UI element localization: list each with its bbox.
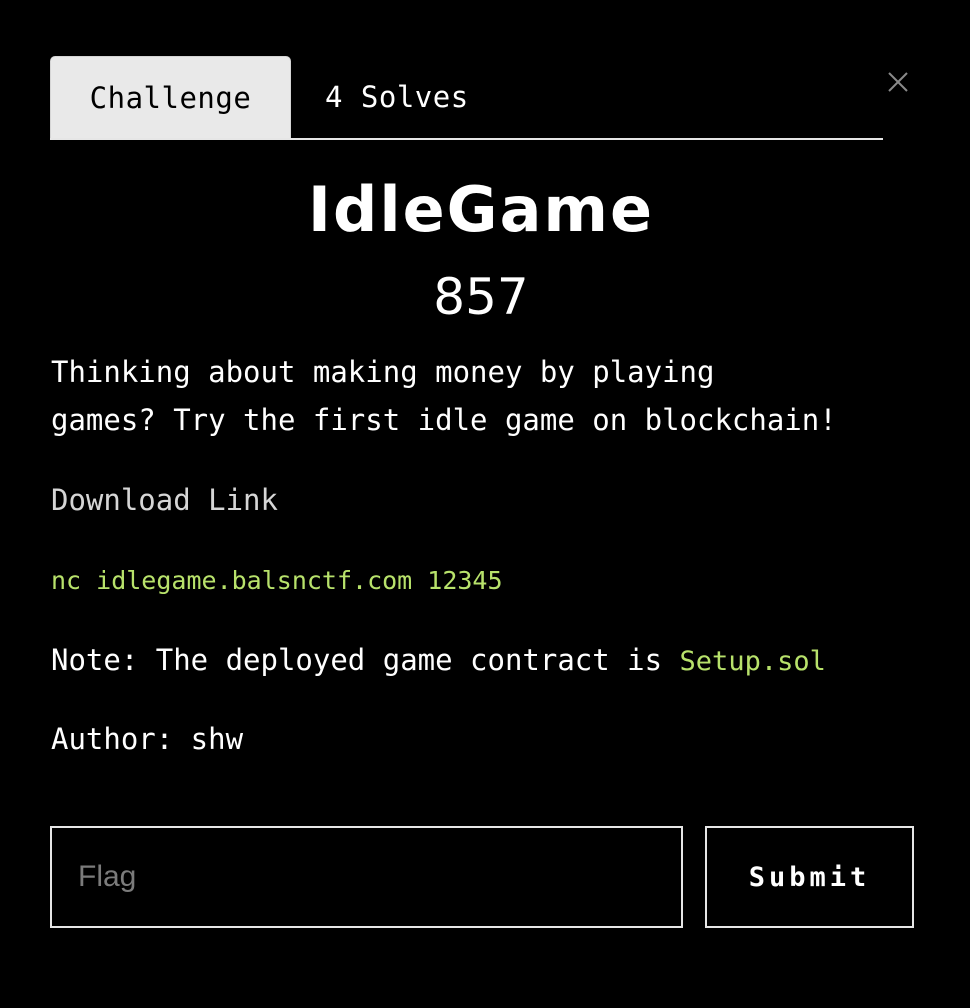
flag-input[interactable] [50, 826, 683, 928]
submit-button[interactable]: Submit [705, 826, 914, 928]
challenge-title: IdleGame [307, 173, 655, 246]
description-line: games? Try the first idle game on blockc… [51, 403, 837, 437]
challenge-tabs: Challenge 4 Solves [50, 56, 883, 140]
setup-sol-link[interactable]: Setup.sol [680, 646, 826, 677]
download-link[interactable]: Download Link [51, 476, 278, 524]
challenge-modal: Challenge 4 Solves IdleGame 857 Thinking… [0, 0, 970, 1008]
tab-solves[interactable]: 4 Solves [291, 56, 469, 138]
challenge-points: 857 [433, 268, 529, 326]
close-button[interactable] [884, 68, 912, 96]
connection-command: nc idlegame.balsnctf.com 12345 [51, 566, 503, 595]
author-line: Author: shw [51, 722, 244, 756]
note-text: Note: The deployed game contract is [51, 643, 680, 677]
close-icon[interactable] [887, 71, 909, 93]
challenge-description: Thinking about making money by playing g… [51, 348, 931, 444]
description-line: Thinking about making money by playing [51, 355, 715, 389]
tab-challenge[interactable]: Challenge [50, 56, 291, 138]
contract-note: Note: The deployed game contract is Setu… [51, 636, 826, 686]
